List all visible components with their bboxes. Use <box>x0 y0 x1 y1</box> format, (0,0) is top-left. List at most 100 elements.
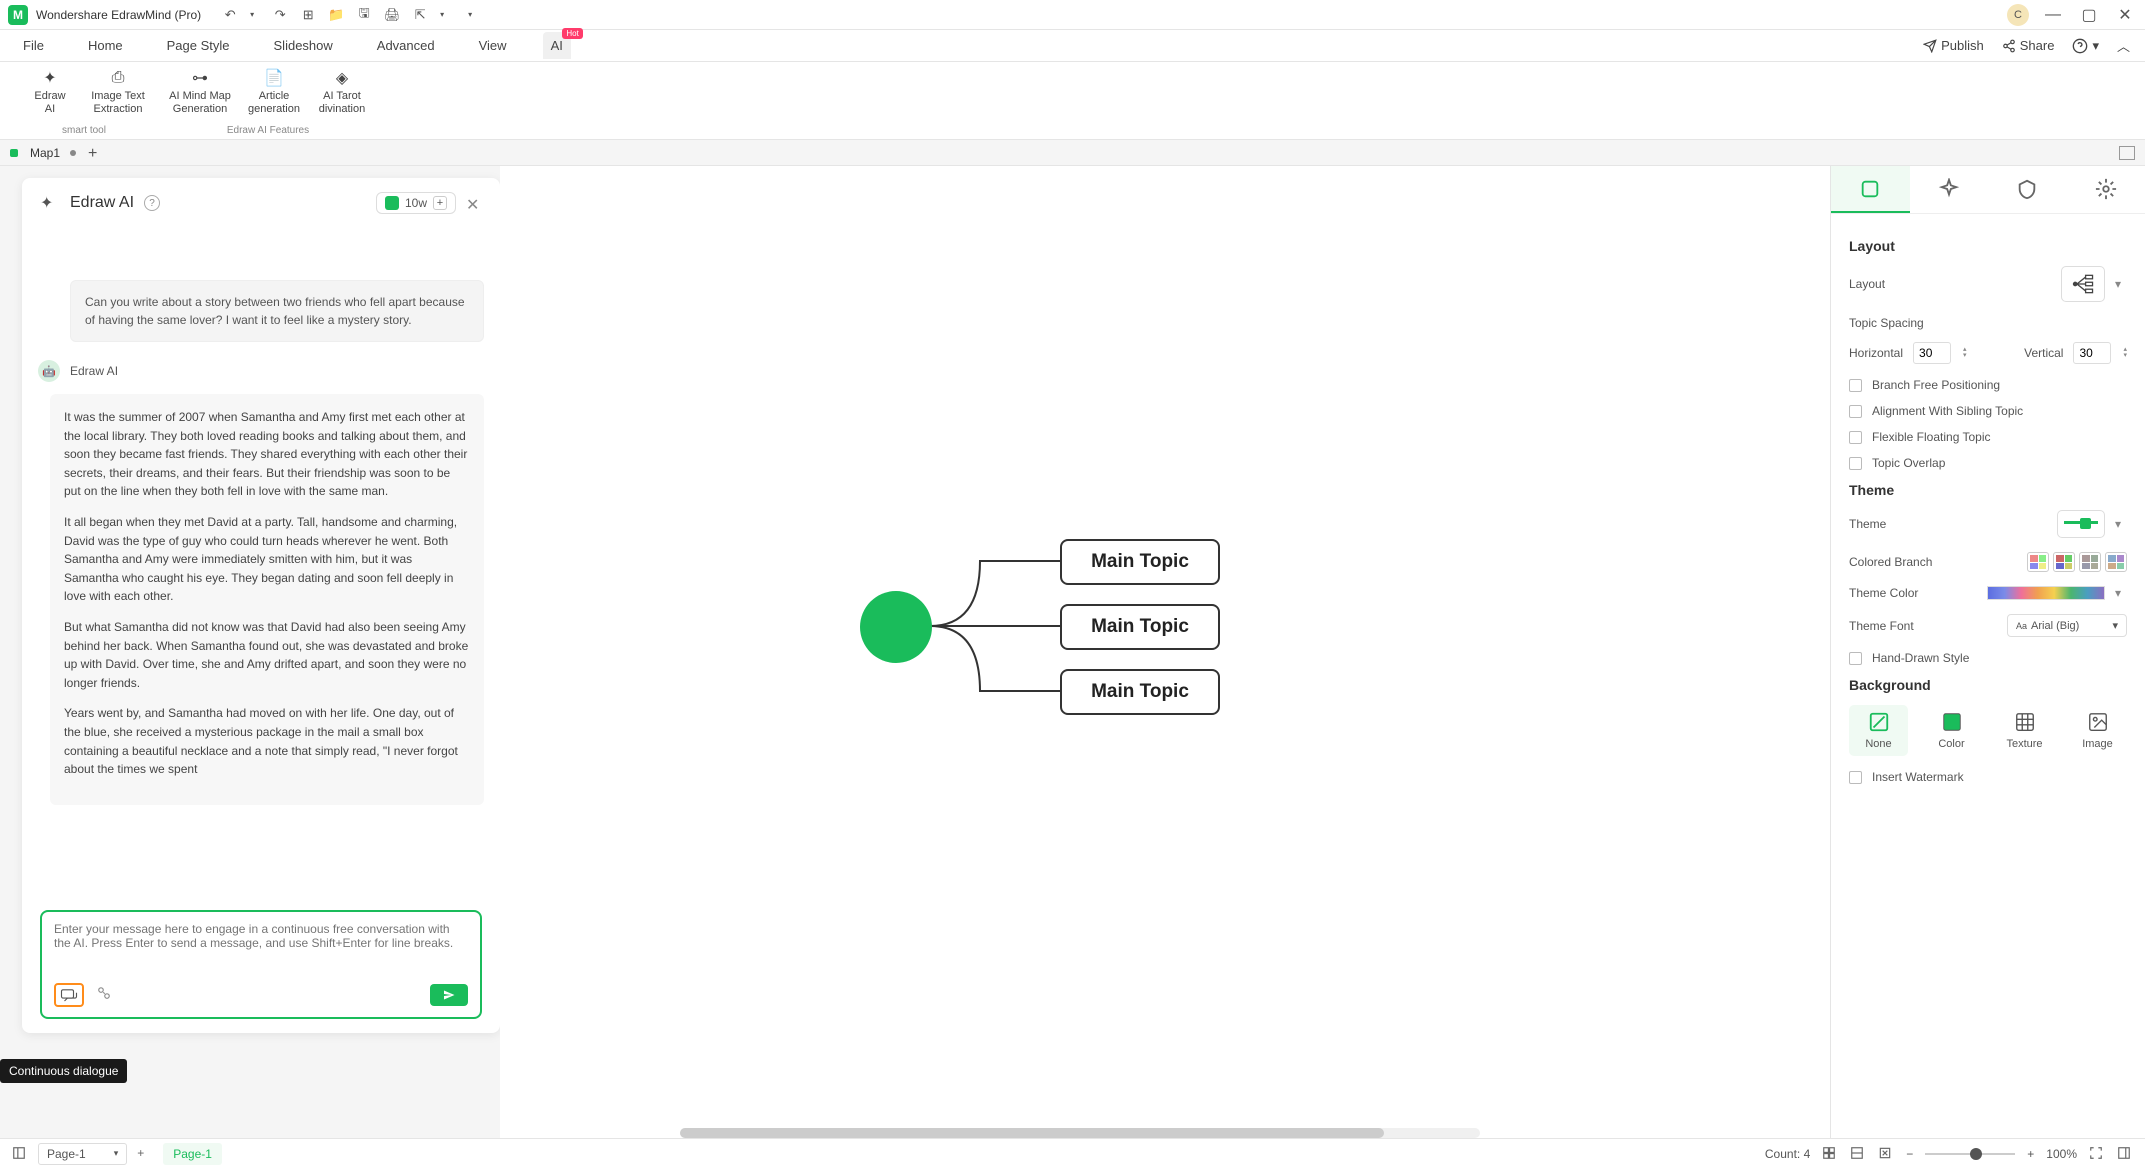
help-button[interactable]: ▾ <box>2072 38 2099 54</box>
tab-security[interactable] <box>1988 166 2067 213</box>
theme-label: Theme <box>1849 517 1886 531</box>
menu-view[interactable]: View <box>471 32 515 59</box>
tab-layout[interactable] <box>1831 166 1910 213</box>
main-topic-3[interactable]: Main Topic <box>1060 669 1220 715</box>
sparkle-icon: ✦ <box>37 68 63 88</box>
minimize-button[interactable]: — <box>2041 3 2065 27</box>
fullscreen-button[interactable] <box>2089 1146 2105 1162</box>
save-button[interactable]: 🖫 <box>355 6 373 24</box>
tab-style[interactable] <box>1910 166 1989 213</box>
texture-icon <box>2014 711 2036 733</box>
bg-texture[interactable]: Texture <box>1995 705 2054 756</box>
horizontal-spinner[interactable]: ▴▾ <box>1963 347 1967 360</box>
open-button[interactable]: 📁 <box>327 6 345 24</box>
print-button[interactable]: 🖨 <box>383 6 401 24</box>
page-selector[interactable]: Page-1 ▾ <box>38 1143 127 1165</box>
cb-alignment[interactable] <box>1849 405 1862 418</box>
zoom-out-button[interactable]: − <box>1906 1147 1913 1161</box>
cb-watermark[interactable] <box>1849 771 1862 784</box>
active-page-tab[interactable]: Page-1 <box>163 1143 222 1165</box>
layout-dropdown-arrow[interactable]: ▾ <box>2115 277 2127 291</box>
menu-ai[interactable]: AI Hot <box>543 32 571 59</box>
menu-slideshow[interactable]: Slideshow <box>266 32 341 59</box>
menu-file[interactable]: File <box>15 32 52 59</box>
menu-home[interactable]: Home <box>80 32 131 59</box>
new-button[interactable]: ⊞ <box>299 6 317 24</box>
cb-flexible[interactable] <box>1849 431 1862 444</box>
continuous-dialogue-button[interactable] <box>54 983 84 1007</box>
redo-button[interactable]: ↷ <box>271 6 289 24</box>
layout-selector[interactable] <box>2061 266 2105 302</box>
fit-view-button[interactable] <box>1878 1146 1894 1162</box>
avatar[interactable]: C <box>2007 4 2029 26</box>
cb-hand-drawn[interactable] <box>1849 652 1862 665</box>
ribbon-group-ai-features: ⊶ AI Mind Map Generation 📄 Article gener… <box>156 68 380 139</box>
ribbon-mindmap-gen[interactable]: ⊶ AI Mind Map Generation <box>164 68 236 115</box>
add-credits-button[interactable]: + <box>433 196 447 210</box>
credits-chip[interactable]: 10w + <box>376 192 456 214</box>
panel-button[interactable] <box>2117 1146 2133 1162</box>
vertical-input[interactable] <box>2073 342 2111 364</box>
quick-toolbar: ↶ ▾ ↷ ⊞ 📁 🖫 🖨 ⇱ ▾ ▾ <box>221 6 479 24</box>
zoom-in-button[interactable]: + <box>2027 1147 2034 1161</box>
zoom-slider[interactable] <box>1925 1153 2015 1155</box>
bg-image[interactable]: Image <box>2068 705 2127 756</box>
settings-icon[interactable] <box>94 984 118 1006</box>
ai-chat-body[interactable]: Can you write about a story between two … <box>22 228 500 900</box>
share-button[interactable]: Share <box>2002 38 2055 53</box>
ribbon-edraw-ai[interactable]: ✦ Edraw AI <box>20 68 80 115</box>
ai-message-input[interactable] <box>54 922 468 972</box>
hscroll-thumb[interactable] <box>680 1128 1384 1138</box>
colored-branch-label: Colored Branch <box>1849 555 1932 569</box>
menu-advanced[interactable]: Advanced <box>369 32 443 59</box>
central-topic[interactable] <box>860 591 932 663</box>
branch-swatch-4[interactable] <box>2105 552 2127 572</box>
doc-indicator <box>10 149 18 157</box>
export-caret[interactable]: ▾ <box>433 6 451 24</box>
cb-overlap[interactable] <box>1849 457 1862 470</box>
ai-response-p1: It was the summer of 2007 when Samantha … <box>64 408 470 501</box>
maximize-button[interactable]: ▢ <box>2077 3 2101 27</box>
ai-close-button[interactable]: ✕ <box>466 195 482 211</box>
main-topic-2[interactable]: Main Topic <box>1060 604 1220 650</box>
ai-help-button[interactable]: ? <box>144 195 160 211</box>
branch-swatch-3[interactable] <box>2079 552 2101 572</box>
close-button[interactable]: ✕ <box>2113 3 2137 27</box>
ribbon-image-text[interactable]: ⎙ Image Text Extraction <box>88 68 148 115</box>
main-topic-1[interactable]: Main Topic <box>1060 539 1220 585</box>
vertical-spinner[interactable]: ▴▾ <box>2123 347 2127 360</box>
export-button[interactable]: ⇱ <box>411 6 429 24</box>
send-button[interactable] <box>430 984 468 1006</box>
add-page-button[interactable]: + <box>137 1146 153 1162</box>
panel-toggle-button[interactable] <box>2119 146 2135 160</box>
bg-color[interactable]: Color <box>1922 705 1981 756</box>
horizontal-input[interactable] <box>1913 342 1951 364</box>
theme-color-bar[interactable] <box>1987 586 2105 600</box>
font-selector[interactable]: Aa Arial (Big) ▾ <box>2007 614 2127 637</box>
theme-dropdown-arrow[interactable]: ▾ <box>2115 517 2127 531</box>
view-mode-2[interactable] <box>1850 1146 1866 1162</box>
branch-swatch-1[interactable] <box>2027 552 2049 572</box>
outline-toggle[interactable] <box>12 1146 28 1162</box>
add-tab-button[interactable]: + <box>88 145 104 161</box>
menu-ai-label: AI <box>551 38 563 53</box>
undo-caret[interactable]: ▾ <box>243 6 261 24</box>
canvas-hscrollbar[interactable] <box>680 1128 1480 1138</box>
tab-settings[interactable] <box>2067 166 2145 213</box>
publish-button[interactable]: Publish <box>1923 38 1984 53</box>
menu-page-style[interactable]: Page Style <box>159 32 238 59</box>
ribbon-tarot[interactable]: ◈ AI Tarot divination <box>312 68 372 115</box>
collapse-ribbon-button[interactable]: ︿ <box>2117 36 2130 55</box>
ribbon-article-gen[interactable]: 📄 Article generation <box>244 68 304 115</box>
undo-button[interactable]: ↶ <box>221 6 239 24</box>
more-caret[interactable]: ▾ <box>461 6 479 24</box>
mindmap-connectors <box>920 546 1070 746</box>
view-mode-1[interactable] <box>1822 1146 1838 1162</box>
theme-selector[interactable] <box>2057 510 2105 538</box>
theme-color-dropdown[interactable]: ▾ <box>2115 586 2127 600</box>
mindmap-canvas[interactable]: Main Topic Main Topic Main Topic <box>500 166 1830 1138</box>
branch-swatch-2[interactable] <box>2053 552 2075 572</box>
bg-none[interactable]: None <box>1849 705 1908 756</box>
cb-branch-free[interactable] <box>1849 379 1862 392</box>
document-tab[interactable]: Map1 <box>30 146 76 160</box>
